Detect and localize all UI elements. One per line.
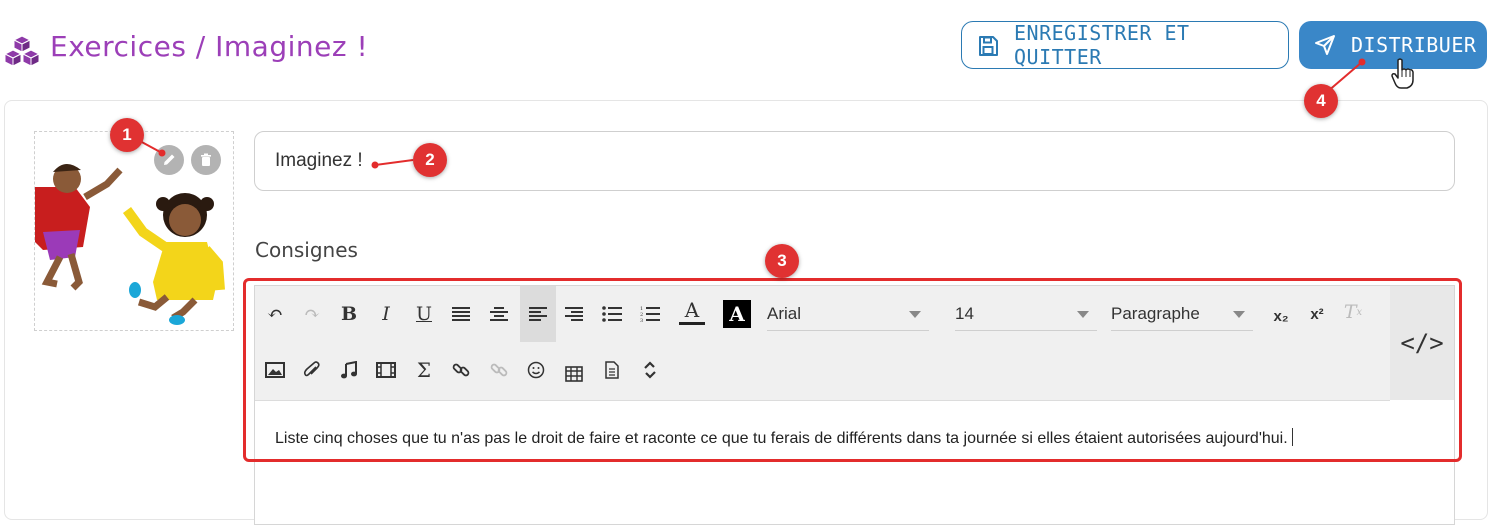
hand-cursor-icon xyxy=(1391,58,1414,89)
annotation-badge-3: 3 xyxy=(765,244,799,278)
save-and-quit-label: ENREGISTRER ET QUITTER xyxy=(1014,21,1190,69)
cubes-icon xyxy=(4,35,40,67)
trash-icon xyxy=(201,153,211,166)
annotation-highlight-editor xyxy=(243,278,1462,462)
send-icon xyxy=(1315,35,1335,55)
pencil-icon xyxy=(164,154,175,165)
edit-image-button[interactable] xyxy=(154,145,184,175)
exercise-image[interactable] xyxy=(34,131,234,331)
page-title: Exercices / Imaginez ! xyxy=(50,30,369,63)
annotation-badge-1: 1 xyxy=(110,118,144,152)
save-and-quit-button[interactable]: ENREGISTRER ET QUITTER xyxy=(961,21,1289,69)
distribute-label: DISTRIBUER xyxy=(1351,33,1477,57)
annotation-badge-4: 4 xyxy=(1304,84,1338,118)
save-icon xyxy=(979,36,998,56)
annotation-badge-2: 2 xyxy=(413,143,447,177)
instructions-label: Consignes xyxy=(255,238,358,262)
delete-image-button[interactable] xyxy=(191,145,221,175)
